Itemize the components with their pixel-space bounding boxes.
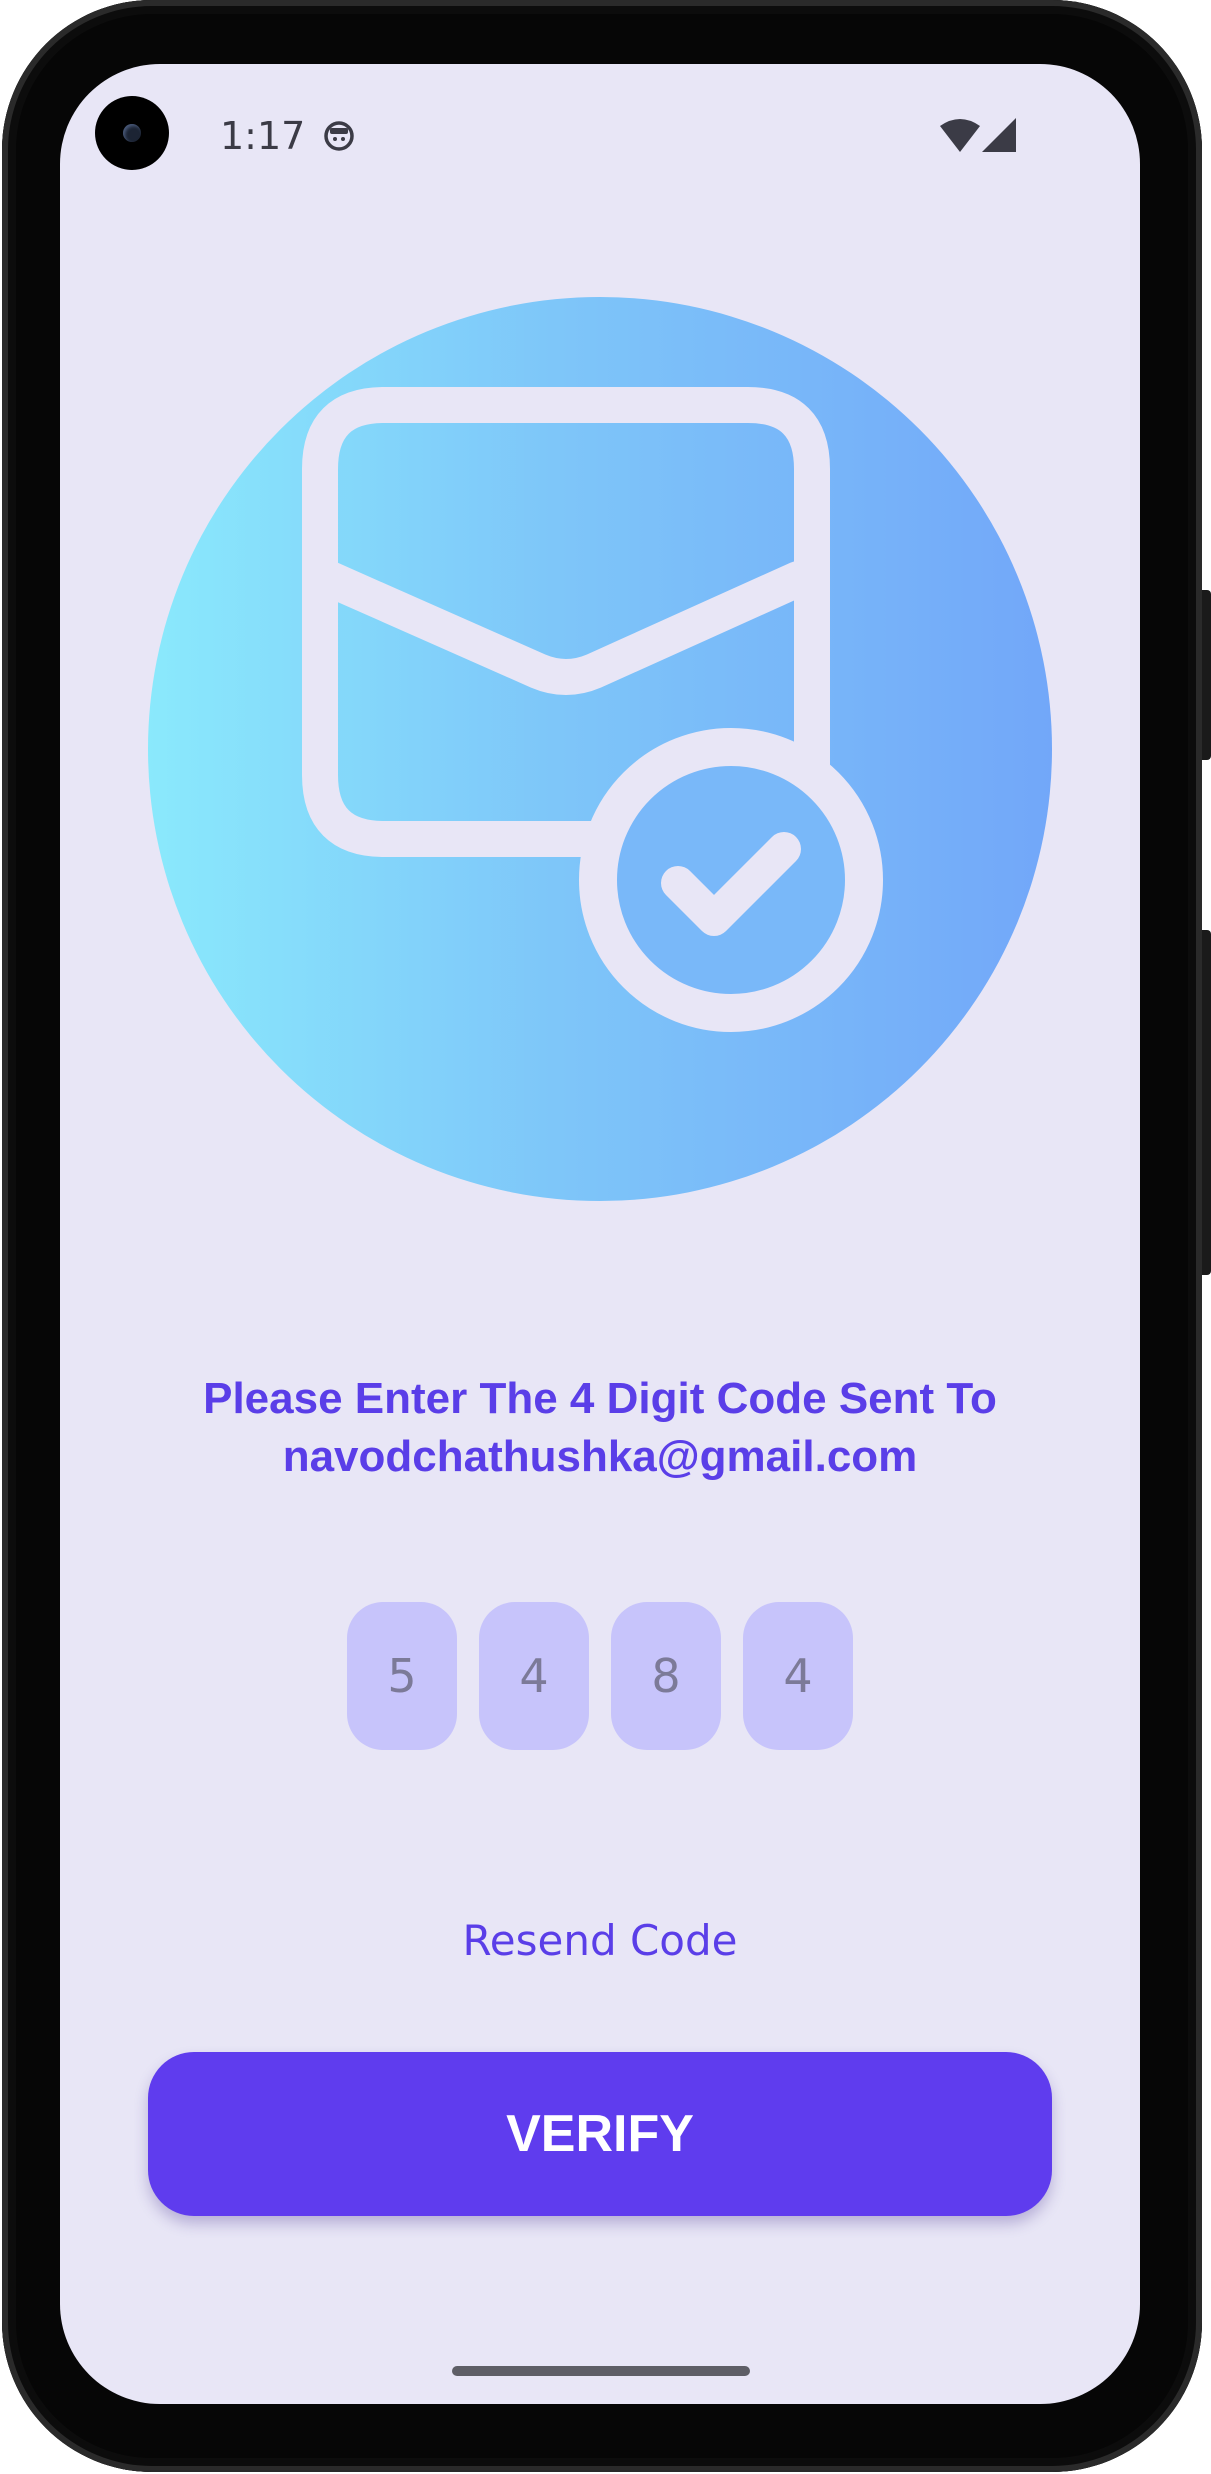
phone-frame: 1:17 Please Enter The 4 Digit Code Sent … [0, 0, 1211, 2474]
cell-signal-icon [982, 118, 1016, 152]
code-digit-4[interactable]: 4 [743, 1602, 853, 1750]
hero-illustration [148, 297, 1052, 1201]
status-time: 1:17 [220, 114, 306, 158]
wifi-icon [940, 119, 980, 152]
home-indicator[interactable] [452, 2366, 750, 2376]
code-input-row: 5 4 8 4 [347, 1602, 857, 1750]
mail-check-icon [302, 387, 883, 1032]
android-debug-icon [324, 121, 354, 151]
app-screen: 1:17 Please Enter The 4 Digit Code Sent … [60, 64, 1140, 2404]
front-camera [95, 96, 169, 170]
code-digit-2[interactable]: 4 [479, 1602, 589, 1750]
resend-code-link[interactable]: Resend Code [400, 1916, 800, 1965]
code-digit-3[interactable]: 8 [611, 1602, 721, 1750]
instruction-message: Please Enter The 4 Digit Code Sent To na… [100, 1370, 1100, 1486]
code-digit-1[interactable]: 5 [347, 1602, 457, 1750]
instruction-line: Please Enter The 4 Digit Code Sent To [203, 1374, 997, 1423]
email-address: navodchathushka@gmail.com [282, 1432, 918, 1481]
verify-button[interactable]: VERIFY [148, 2052, 1052, 2216]
